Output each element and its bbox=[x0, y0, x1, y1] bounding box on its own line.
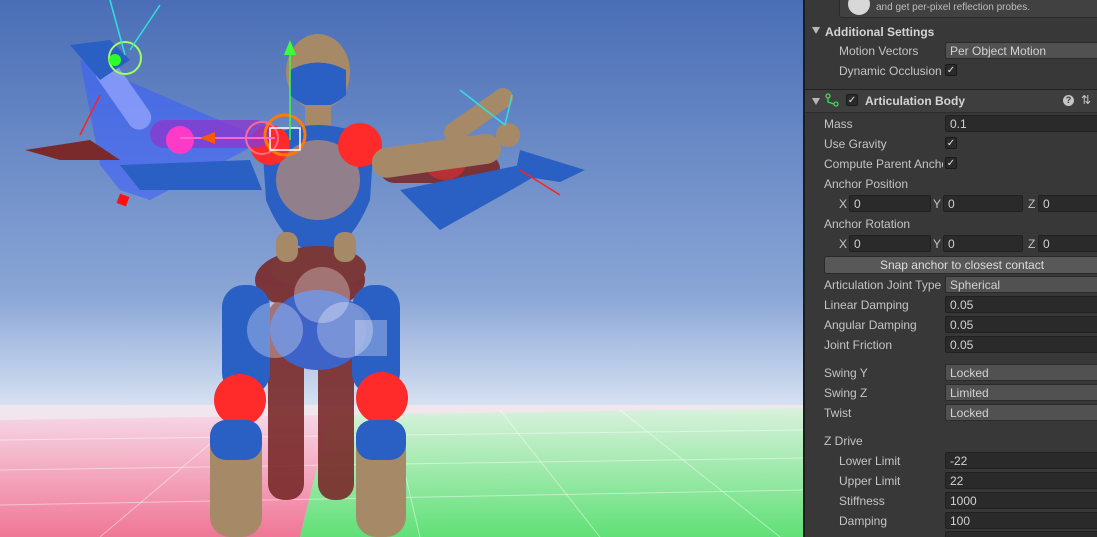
angular-damping-field[interactable]: 0.05 bbox=[945, 316, 1097, 333]
lower-limit-label: Lower Limit bbox=[839, 454, 901, 468]
joint-type-row: Articulation Joint Type Spherical bbox=[805, 275, 1097, 295]
inspector-panel: and get per-pixel reflection probes. Add… bbox=[805, 0, 1097, 537]
dynamic-occlusion-checkbox[interactable]: ✓ bbox=[945, 64, 957, 76]
use-gravity-checkbox[interactable]: ✓ bbox=[945, 137, 957, 149]
angular-damping-label: Angular Damping bbox=[824, 318, 917, 332]
lower-limit-field[interactable]: -22 bbox=[945, 452, 1097, 469]
upper-limit-field[interactable]: 22 bbox=[945, 472, 1097, 489]
dynamic-occlusion-row: Dynamic Occlusion ✓ bbox=[805, 61, 1097, 81]
linear-damping-label: Linear Damping bbox=[824, 298, 909, 312]
joint-friction-label: Joint Friction bbox=[824, 338, 893, 352]
info-icon bbox=[848, 0, 870, 15]
swing-z-dropdown[interactable]: Limited bbox=[945, 384, 1097, 401]
scene-render[interactable] bbox=[0, 0, 803, 537]
use-gravity-row: Use Gravity ✓ bbox=[805, 134, 1097, 154]
stiffness-field[interactable]: 1000 bbox=[945, 492, 1097, 509]
motion-vectors-row: Motion Vectors Per Object Motion bbox=[805, 41, 1097, 61]
stiffness-label: Stiffness bbox=[839, 494, 885, 508]
anchor-rotation-y-label[interactable]: Y bbox=[933, 237, 941, 251]
damping-field[interactable]: 100 bbox=[945, 512, 1097, 529]
info-box: and get per-pixel reflection probes. bbox=[839, 0, 1097, 18]
additional-settings-foldout[interactable]: Additional Settings bbox=[805, 22, 1097, 42]
joint-type-label: Articulation Joint Type bbox=[824, 278, 942, 292]
linear-damping-field[interactable]: 0.05 bbox=[945, 296, 1097, 313]
anchor-rotation-z-label[interactable]: Z bbox=[1028, 237, 1035, 251]
articulation-body-header[interactable]: ✓ Articulation Body ? ⇅ bbox=[805, 89, 1097, 113]
mass-field[interactable]: 0.1 bbox=[945, 115, 1097, 132]
articulation-body-enabled-checkbox[interactable]: ✓ bbox=[846, 94, 858, 106]
anchor-position-xyz: X 0 Y 0 Z 0 bbox=[805, 194, 1097, 214]
damping-row: Damping 100 bbox=[805, 511, 1097, 531]
swing-z-row: Swing Z Limited bbox=[805, 383, 1097, 403]
snap-anchor-button[interactable]: Snap anchor to closest contact bbox=[824, 256, 1097, 274]
articulation-body-title: Articulation Body bbox=[865, 94, 966, 108]
motion-vectors-dropdown[interactable]: Per Object Motion bbox=[945, 42, 1097, 59]
anchor-position-x-field[interactable]: 0 bbox=[849, 195, 931, 212]
dynamic-occlusion-label: Dynamic Occlusion bbox=[839, 64, 942, 78]
articulation-body-icon bbox=[825, 93, 839, 107]
twist-dropdown[interactable]: Locked bbox=[945, 404, 1097, 421]
anchor-position-row: Anchor Position bbox=[805, 174, 1097, 194]
use-gravity-label: Use Gravity bbox=[824, 137, 887, 151]
joint-type-dropdown[interactable]: Spherical bbox=[945, 276, 1097, 293]
anchor-rotation-label: Anchor Rotation bbox=[824, 217, 911, 231]
anchor-position-y-field[interactable]: 0 bbox=[943, 195, 1023, 212]
info-box-text: and get per-pixel reflection probes. bbox=[876, 2, 1030, 13]
foldout-arrow-icon[interactable] bbox=[812, 27, 820, 34]
upper-limit-label: Upper Limit bbox=[839, 474, 901, 488]
compute-parent-anchor-row: Compute Parent Anchor ✓ bbox=[805, 154, 1097, 174]
damping-label: Damping bbox=[839, 514, 888, 528]
swing-y-dropdown[interactable]: Locked bbox=[945, 364, 1097, 381]
anchor-rotation-y-field[interactable]: 0 bbox=[943, 235, 1023, 252]
twist-label: Twist bbox=[824, 406, 852, 420]
swing-z-label: Swing Z bbox=[824, 386, 868, 400]
anchor-rotation-z-field[interactable]: 0 bbox=[1038, 235, 1097, 252]
twist-row: Twist Locked bbox=[805, 403, 1097, 423]
linear-damping-row: Linear Damping 0.05 bbox=[805, 295, 1097, 315]
lower-limit-row: Lower Limit -22 bbox=[805, 451, 1097, 471]
stiffness-row: Stiffness 1000 bbox=[805, 491, 1097, 511]
partial-next-field[interactable] bbox=[945, 531, 1097, 537]
mass-row: Mass 0.1 bbox=[805, 114, 1097, 134]
anchor-position-label: Anchor Position bbox=[824, 177, 909, 191]
joint-friction-row: Joint Friction 0.05 bbox=[805, 335, 1097, 355]
anchor-position-z-field[interactable]: 0 bbox=[1038, 195, 1097, 212]
preset-settings-icon[interactable]: ⇅ bbox=[1081, 93, 1091, 107]
motion-vectors-label: Motion Vectors bbox=[839, 44, 919, 58]
compute-parent-anchor-checkbox[interactable]: ✓ bbox=[945, 157, 957, 169]
swing-y-row: Swing Y Locked bbox=[805, 363, 1097, 383]
anchor-rotation-xyz: X 0 Y 0 Z 0 bbox=[805, 234, 1097, 254]
compute-parent-anchor-label: Compute Parent Anchor bbox=[824, 157, 943, 171]
additional-settings-title: Additional Settings bbox=[825, 25, 935, 39]
anchor-position-y-label[interactable]: Y bbox=[933, 197, 941, 211]
anchor-rotation-x-label[interactable]: X bbox=[839, 237, 847, 251]
anchor-rotation-x-field[interactable]: 0 bbox=[849, 235, 931, 252]
mass-label: Mass bbox=[824, 117, 853, 131]
scene-view[interactable] bbox=[0, 0, 803, 537]
anchor-position-x-label[interactable]: X bbox=[839, 197, 847, 211]
help-icon[interactable]: ? bbox=[1063, 95, 1074, 106]
anchor-position-z-label[interactable]: Z bbox=[1028, 197, 1035, 211]
foldout-arrow-icon[interactable] bbox=[812, 98, 820, 105]
z-drive-row: Z Drive bbox=[805, 431, 1097, 451]
joint-friction-field[interactable]: 0.05 bbox=[945, 336, 1097, 353]
angular-damping-row: Angular Damping 0.05 bbox=[805, 315, 1097, 335]
anchor-rotation-row: Anchor Rotation bbox=[805, 214, 1097, 234]
z-drive-label: Z Drive bbox=[824, 434, 863, 448]
upper-limit-row: Upper Limit 22 bbox=[805, 471, 1097, 491]
swing-y-label: Swing Y bbox=[824, 366, 868, 380]
